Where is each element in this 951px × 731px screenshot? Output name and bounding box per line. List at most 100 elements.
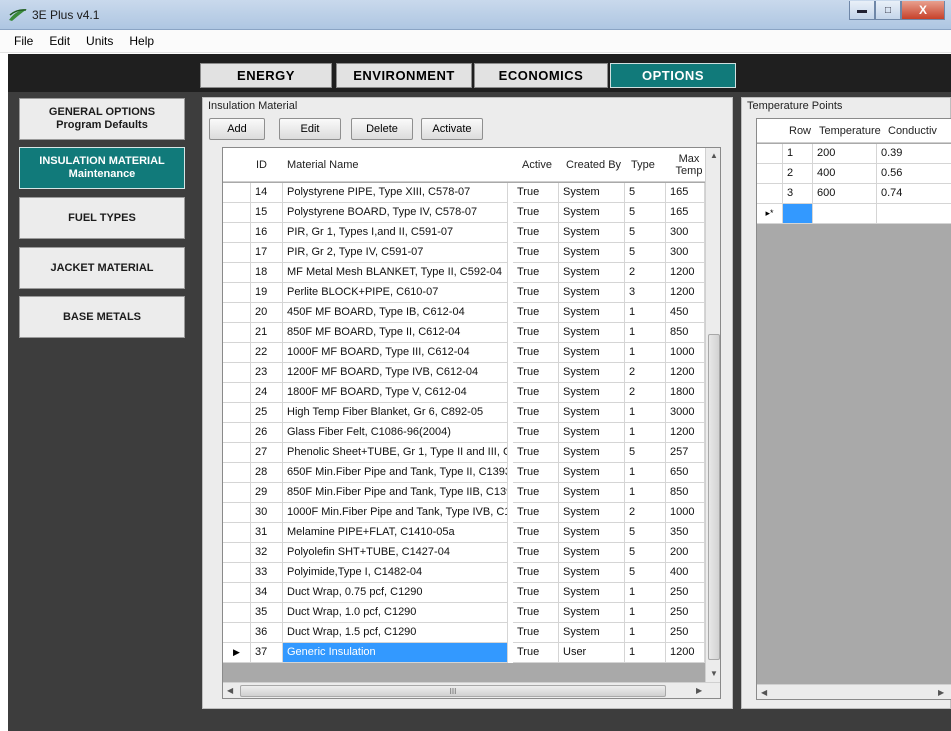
cell-id[interactable]: 18 (251, 263, 283, 283)
row-header[interactable] (223, 303, 251, 323)
table-row[interactable]: 31 Melamine PIPE+FLAT, C1410-05a True Syste… (223, 523, 705, 543)
cell-created-by[interactable]: System (559, 323, 625, 343)
cell-material-name[interactable]: MF Metal Mesh BLANKET, Type II, C592-04 (283, 263, 508, 283)
cell-max-temp[interactable]: 1200 (666, 263, 705, 283)
cell-id[interactable]: 32 (251, 543, 283, 563)
row-header[interactable]: ▸* (757, 204, 783, 224)
col-header-id[interactable]: ID (256, 148, 276, 182)
table-row[interactable]: 26 Glass Fiber Felt, C1086-96(2004) True Sy… (223, 423, 705, 443)
row-header[interactable] (223, 623, 251, 643)
cell-conductivity[interactable] (877, 204, 951, 224)
table-row[interactable]: 28 650F Min.Fiber Pipe and Tank, Type II,… (223, 463, 705, 483)
table-row[interactable]: 32 Polyolefin SHT+TUBE, C1427-04 True Syste… (223, 543, 705, 563)
cell-max-temp[interactable]: 257 (666, 443, 705, 463)
cell-conductivity[interactable]: 0.39 (877, 144, 951, 164)
nav-insulation-material[interactable]: INSULATION MATERIAL Maintenance (19, 147, 185, 189)
row-header[interactable] (223, 223, 251, 243)
col-header-temperature[interactable]: Temperature (819, 119, 881, 143)
cell-created-by[interactable]: System (559, 183, 625, 203)
cell-material-name[interactable]: Duct Wrap, 0.75 pcf, C1290 (283, 583, 508, 603)
cell-type[interactable]: 5 (625, 183, 666, 203)
cell-active[interactable]: True (513, 283, 559, 303)
cell-active[interactable]: True (513, 383, 559, 403)
row-header[interactable] (223, 483, 251, 503)
cell-max-temp[interactable]: 1200 (666, 283, 705, 303)
tab-environment[interactable]: ENVIRONMENT (336, 63, 472, 88)
cell-max-temp[interactable]: 450 (666, 303, 705, 323)
menu-edit[interactable]: Edit (41, 34, 78, 48)
cell-id[interactable]: 29 (251, 483, 283, 503)
cell-max-temp[interactable]: 850 (666, 323, 705, 343)
cell-id[interactable]: 35 (251, 603, 283, 623)
cell-type[interactable]: 1 (625, 583, 666, 603)
cell-material-name[interactable]: PIR, Gr 1, Types I,and II, C591-07 (283, 223, 508, 243)
cell-material-name[interactable]: Generic Insulation (283, 643, 508, 663)
col-header-material-name[interactable]: Material Name (287, 148, 507, 182)
cell-type[interactable]: 1 (625, 463, 666, 483)
cell-material-name[interactable]: High Temp Fiber Blanket, Gr 6, C892-05 (283, 403, 508, 423)
cell-max-temp[interactable]: 200 (666, 543, 705, 563)
row-header[interactable] (223, 183, 251, 203)
edit-button[interactable]: Edit (279, 118, 341, 140)
row-header[interactable] (223, 503, 251, 523)
cell-active[interactable]: True (513, 503, 559, 523)
table-row[interactable]: 17 PIR, Gr 2, Type IV, C591-07 True System 5… (223, 243, 705, 263)
cell-type[interactable]: 1 (625, 403, 666, 423)
cell-material-name[interactable]: Glass Fiber Felt, C1086-96(2004) (283, 423, 508, 443)
cell-material-name[interactable]: Polystyrene BOARD, Type IV, C578-07 (283, 203, 508, 223)
tab-economics[interactable]: ECONOMICS (474, 63, 608, 88)
cell-max-temp[interactable]: 3000 (666, 403, 705, 423)
cell-type[interactable]: 5 (625, 543, 666, 563)
cell-created-by[interactable]: System (559, 303, 625, 323)
cell-material-name[interactable]: Phenolic Sheet+TUBE, Gr 1, Type II and I… (283, 443, 508, 463)
cell-material-name[interactable]: Melamine PIPE+FLAT, C1410-05a (283, 523, 508, 543)
cell-material-name[interactable]: Polystyrene PIPE, Type XIII, C578-07 (283, 183, 508, 203)
table-row[interactable]: 27 Phenolic Sheet+TUBE, Gr 1, Type II and… (223, 443, 705, 463)
table-row[interactable]: 24 1800F MF BOARD, Type V, C612-04 True Sys… (223, 383, 705, 403)
cell-type[interactable]: 1 (625, 623, 666, 643)
nav-fuel-types[interactable]: FUEL TYPES (19, 197, 185, 239)
maximize-icon[interactable]: □ (875, 1, 901, 20)
cell-type[interactable]: 1 (625, 343, 666, 363)
cell-material-name[interactable]: 1800F MF BOARD, Type V, C612-04 (283, 383, 508, 403)
row-header[interactable] (223, 543, 251, 563)
table-row[interactable]: 29 850F Min.Fiber Pipe and Tank, Type IIB… (223, 483, 705, 503)
cell-active[interactable]: True (513, 483, 559, 503)
cell-created-by[interactable]: System (559, 503, 625, 523)
cell-id[interactable]: 26 (251, 423, 283, 443)
col-header-created-by[interactable]: Created By (566, 148, 626, 182)
table-row[interactable]: 20 450F MF BOARD, Type IB, C612-04 True Sys… (223, 303, 705, 323)
menu-units[interactable]: Units (78, 34, 121, 48)
row-header[interactable] (223, 563, 251, 583)
cell-id[interactable]: 28 (251, 463, 283, 483)
row-header[interactable] (223, 343, 251, 363)
cell-row[interactable]: 2 (783, 164, 813, 184)
cell-created-by[interactable]: System (559, 563, 625, 583)
cell-type[interactable]: 2 (625, 383, 666, 403)
row-header[interactable] (223, 443, 251, 463)
cell-type[interactable]: 5 (625, 203, 666, 223)
cell-max-temp[interactable]: 300 (666, 223, 705, 243)
cell-id[interactable]: 36 (251, 623, 283, 643)
cell-temperature[interactable]: 400 (813, 164, 877, 184)
cell-created-by[interactable]: System (559, 483, 625, 503)
cell-created-by[interactable]: System (559, 283, 625, 303)
temp-grid-horizontal-scrollbar[interactable]: ◀ ▶ (757, 684, 951, 699)
cell-created-by[interactable]: User (559, 643, 625, 663)
cell-max-temp[interactable]: 850 (666, 483, 705, 503)
cell-type[interactable]: 2 (625, 363, 666, 383)
cell-type[interactable]: 3 (625, 283, 666, 303)
cell-max-temp[interactable]: 300 (666, 243, 705, 263)
cell-material-name[interactable]: 450F MF BOARD, Type IB, C612-04 (283, 303, 508, 323)
temp-scroll-right-icon[interactable]: ▶ (938, 688, 944, 697)
table-row[interactable]: 15 Polystyrene BOARD, Type IV, C578-07 Tru… (223, 203, 705, 223)
tab-options[interactable]: OPTIONS (610, 63, 736, 88)
cell-created-by[interactable]: System (559, 403, 625, 423)
cell-material-name[interactable]: PIR, Gr 2, Type IV, C591-07 (283, 243, 508, 263)
cell-active[interactable]: True (513, 343, 559, 363)
cell-type[interactable]: 2 (625, 503, 666, 523)
table-row[interactable]: 19 Perlite BLOCK+PIPE, C610-07 True System 3… (223, 283, 705, 303)
cell-created-by[interactable]: System (559, 463, 625, 483)
cell-created-by[interactable]: System (559, 623, 625, 643)
cell-created-by[interactable]: System (559, 363, 625, 383)
